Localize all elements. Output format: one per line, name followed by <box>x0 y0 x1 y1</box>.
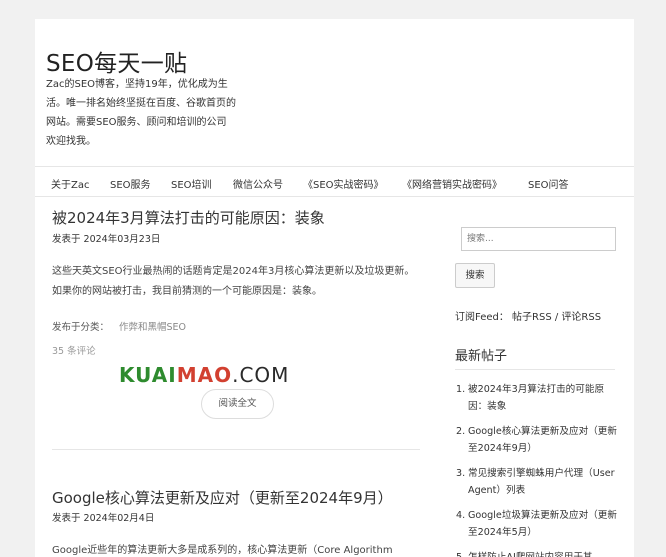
post-category: 发布于分类： 作弊和黑帽SEO <box>52 319 186 333</box>
comments-rss-link[interactable]: 评论RSS <box>561 312 601 323</box>
post-divider <box>52 449 420 450</box>
recent-posts-heading: 最新帖子 <box>455 349 508 364</box>
main-nav: 关于Zac SEO服务 SEO培训 微信公众号 《SEO实战密码》 《网络营销实… <box>35 167 634 197</box>
post-date: 发表于 2024年03月23日 <box>52 234 161 245</box>
post-excerpt: Google近些年的算法更新大多是成系列的，核心算法更新（Core Algori… <box>52 545 393 556</box>
post-date: 发表于 2024年02月4日 <box>52 513 155 524</box>
list-item[interactable]: 5.怎样防止AI爬网站内容用于其 <box>456 549 618 557</box>
site-title[interactable]: SEO每天一贴 <box>46 44 187 78</box>
watermark-logo: KUAIMAO.COM <box>119 363 290 387</box>
posts-rss-link[interactable]: 帖子RSS <box>512 312 552 323</box>
feed-links: 订阅Feed： 帖子RSS / 评论RSS <box>455 308 601 323</box>
post-title[interactable]: Google核心算法更新及应对（更新至2024年9月） <box>52 487 393 508</box>
post-title[interactable]: 被2024年3月算法打击的可能原因：装象 <box>52 207 325 228</box>
list-item[interactable]: 3. 常见搜索引擎蜘蛛用户代理（User Agent）列表 <box>456 465 618 499</box>
feed-separator: / <box>551 312 562 323</box>
comments-link[interactable]: 35 条评论 <box>52 343 96 357</box>
nav-item-seo-service[interactable]: SEO服务 <box>110 176 151 191</box>
site-header: SEO每天一贴 Zac的SEO博客，坚持19年，优化成为生活。唯一排名始终坚挺在… <box>35 19 634 167</box>
feed-label: 订阅Feed： <box>455 312 509 323</box>
recent-posts-rule <box>455 369 615 370</box>
nav-item-marketing-book[interactable]: 《网络营销实战密码》 <box>402 176 502 191</box>
nav-item-wechat[interactable]: 微信公众号 <box>233 176 283 191</box>
nav-item-about[interactable]: 关于Zac <box>51 176 89 191</box>
list-item[interactable]: 4. Google垃圾算法更新及应对（更新至2024年5月） <box>456 507 618 541</box>
nav-item-seo-book[interactable]: 《SEO实战密码》 <box>303 176 384 191</box>
category-link[interactable]: 作弊和黑帽SEO <box>119 322 186 333</box>
page-card: SEO每天一贴 Zac的SEO博客，坚持19年，优化成为生活。唯一排名始终坚挺在… <box>35 19 634 557</box>
list-item[interactable]: 2. Google核心算法更新及应对（更新至2024年9月） <box>456 423 618 457</box>
nav-item-seo-qa[interactable]: SEO问答 <box>528 176 569 191</box>
category-label: 发布于分类： <box>52 322 110 333</box>
recent-posts-list: 1. 被2024年3月算法打击的可能原因：装象 2. Google核心算法更新及应对… <box>456 381 618 557</box>
post-excerpt: 这些天英文SEO行业最热闹的话题肯定是2024年3月核心算法更新以及垃圾更新。如… <box>52 266 415 297</box>
read-more-button[interactable]: 阅读全文 <box>201 389 274 419</box>
list-item[interactable]: 1. 被2024年3月算法打击的可能原因：装象 <box>456 381 618 415</box>
search-input[interactable]: 搜索... <box>461 227 616 251</box>
search-button[interactable]: 搜索 <box>455 263 495 288</box>
site-description: Zac的SEO博客，坚持19年，优化成为生活。唯一排名始终坚挺在百度、谷歌首页的… <box>46 79 236 147</box>
nav-item-seo-training[interactable]: SEO培训 <box>171 176 212 191</box>
